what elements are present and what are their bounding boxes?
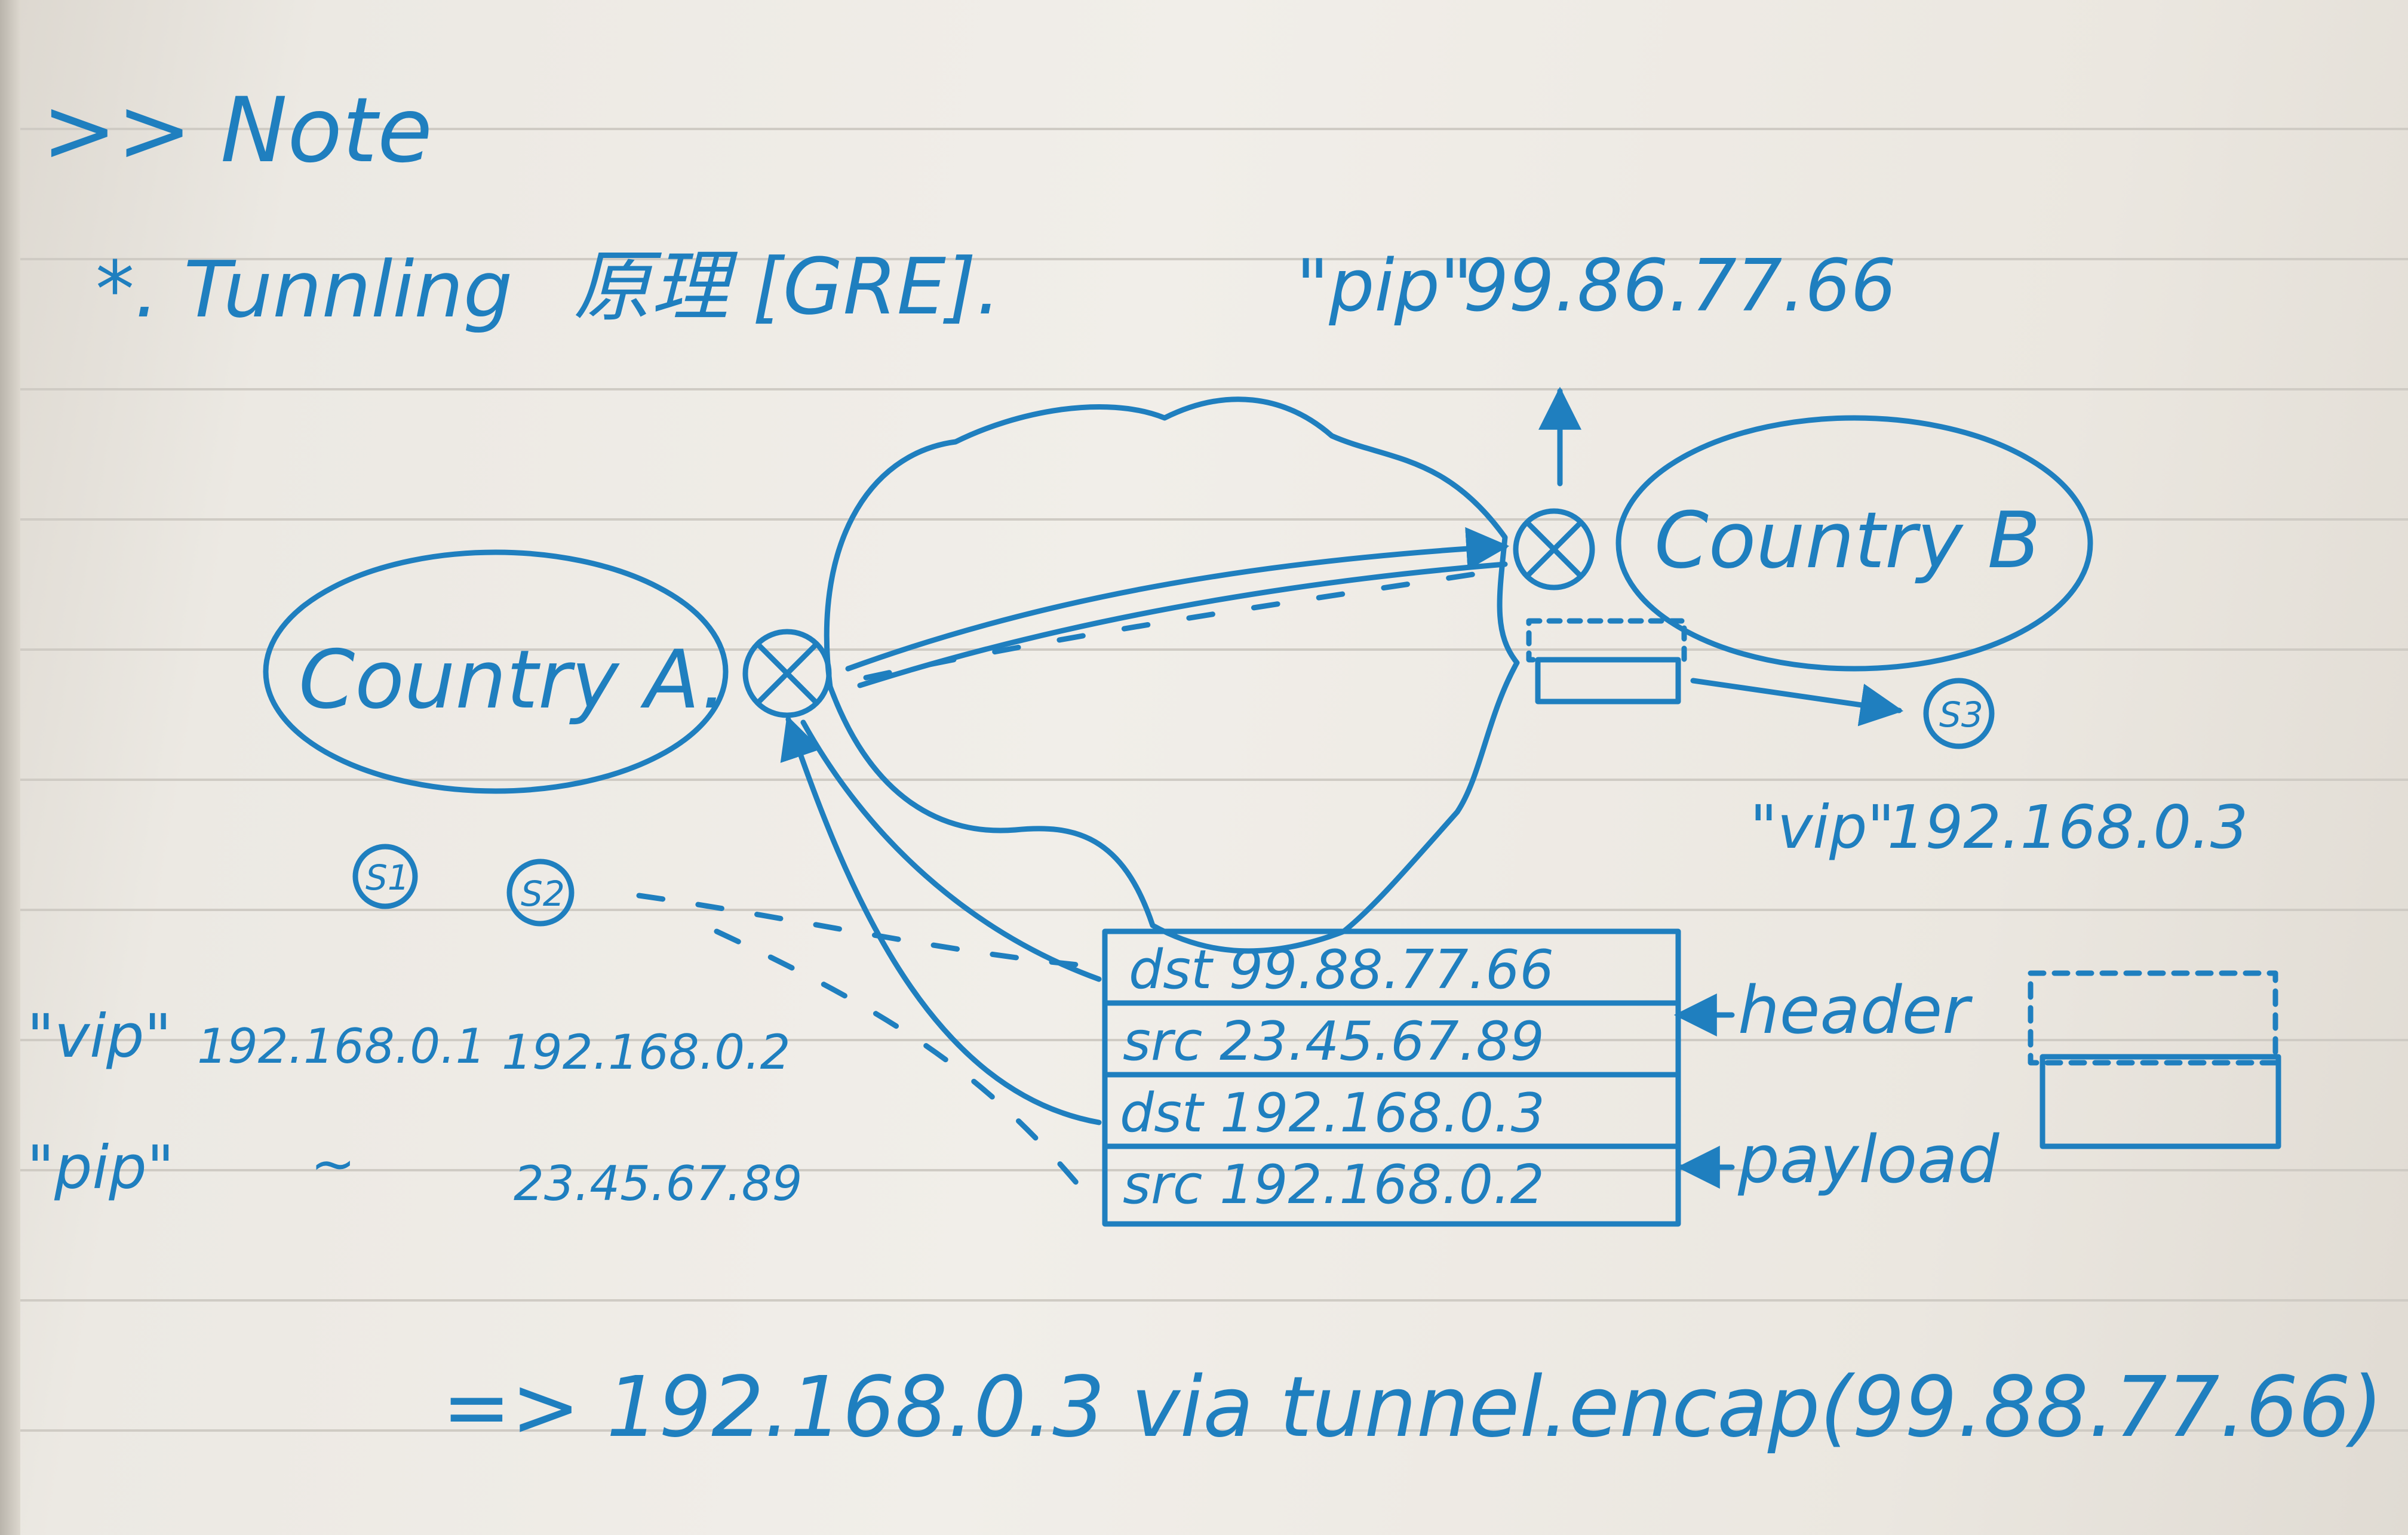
pip-b-ip: 99.86.77.66 — [1463, 245, 1896, 328]
legend-header-box — [2028, 970, 2278, 1066]
packet-header-src: src 23.45.67.89 — [1123, 1010, 1544, 1073]
country-b-label: Country B — [1654, 495, 2041, 586]
host-s3-label: S3 — [1939, 694, 1983, 735]
title-cn: 原理 — [573, 241, 738, 332]
tunnel-dash — [863, 570, 1484, 681]
header-label: header — [1738, 972, 1973, 1048]
encap-arrow — [780, 715, 1102, 1125]
route-line: => 192.168.0.3 via tunnel.encap(99.88.77… — [442, 1359, 2383, 1456]
deliver-arrow — [1690, 678, 1904, 727]
s2-pip: 23.45.67.89 — [514, 1156, 802, 1211]
pip-row-label: "pip" — [27, 1133, 174, 1202]
host-s2-label: S2 — [521, 873, 565, 914]
legend-payload-box — [2040, 1054, 2281, 1149]
vip-b-ip: 192.168.0.3 — [1887, 792, 2248, 862]
gateway-b-icon — [1513, 508, 1595, 590]
note-heading: >> Note — [42, 79, 432, 183]
pip-b-label: "pip" — [1296, 245, 1473, 328]
internet-cloud — [824, 396, 1520, 954]
payload-label: payload — [1737, 1121, 2000, 1198]
title-prefix: *. Tunnling — [96, 244, 512, 335]
packet-payload-src: src 192.168.0.2 — [1123, 1153, 1544, 1216]
packet-payload-dst: dst 192.168.0.3 — [1120, 1082, 1545, 1145]
s2-dashed-path — [636, 893, 1108, 970]
host-s1-label: S1 — [366, 857, 410, 898]
s2-vip: 192.168.0.2 — [502, 1025, 790, 1080]
packet-header-dst: dst 99.88.77.66 — [1129, 939, 1554, 1001]
vip-b-label: "vip" — [1750, 792, 1894, 862]
encap-arrow-2 — [800, 719, 1102, 982]
vip-row-label: "vip" — [27, 1001, 171, 1071]
notebook-page: >> Note *. Tunnling 原理 [GRE]. "pip" 99.8… — [0, 0, 2408, 1535]
tunneling-diagram: >> Note *. Tunnling 原理 [GRE]. "pip" 99.8… — [27, 79, 2383, 1456]
decap-header-box — [1526, 618, 1687, 663]
decap-payload-box — [1535, 657, 1681, 705]
gateway-a-icon — [742, 629, 832, 718]
title-tag: [GRE]. — [752, 241, 1001, 332]
s1-pip: ~ — [311, 1133, 355, 1195]
country-a-label: Country A. — [299, 633, 727, 727]
s1-vip: 192.168.0.1 — [197, 1019, 486, 1074]
